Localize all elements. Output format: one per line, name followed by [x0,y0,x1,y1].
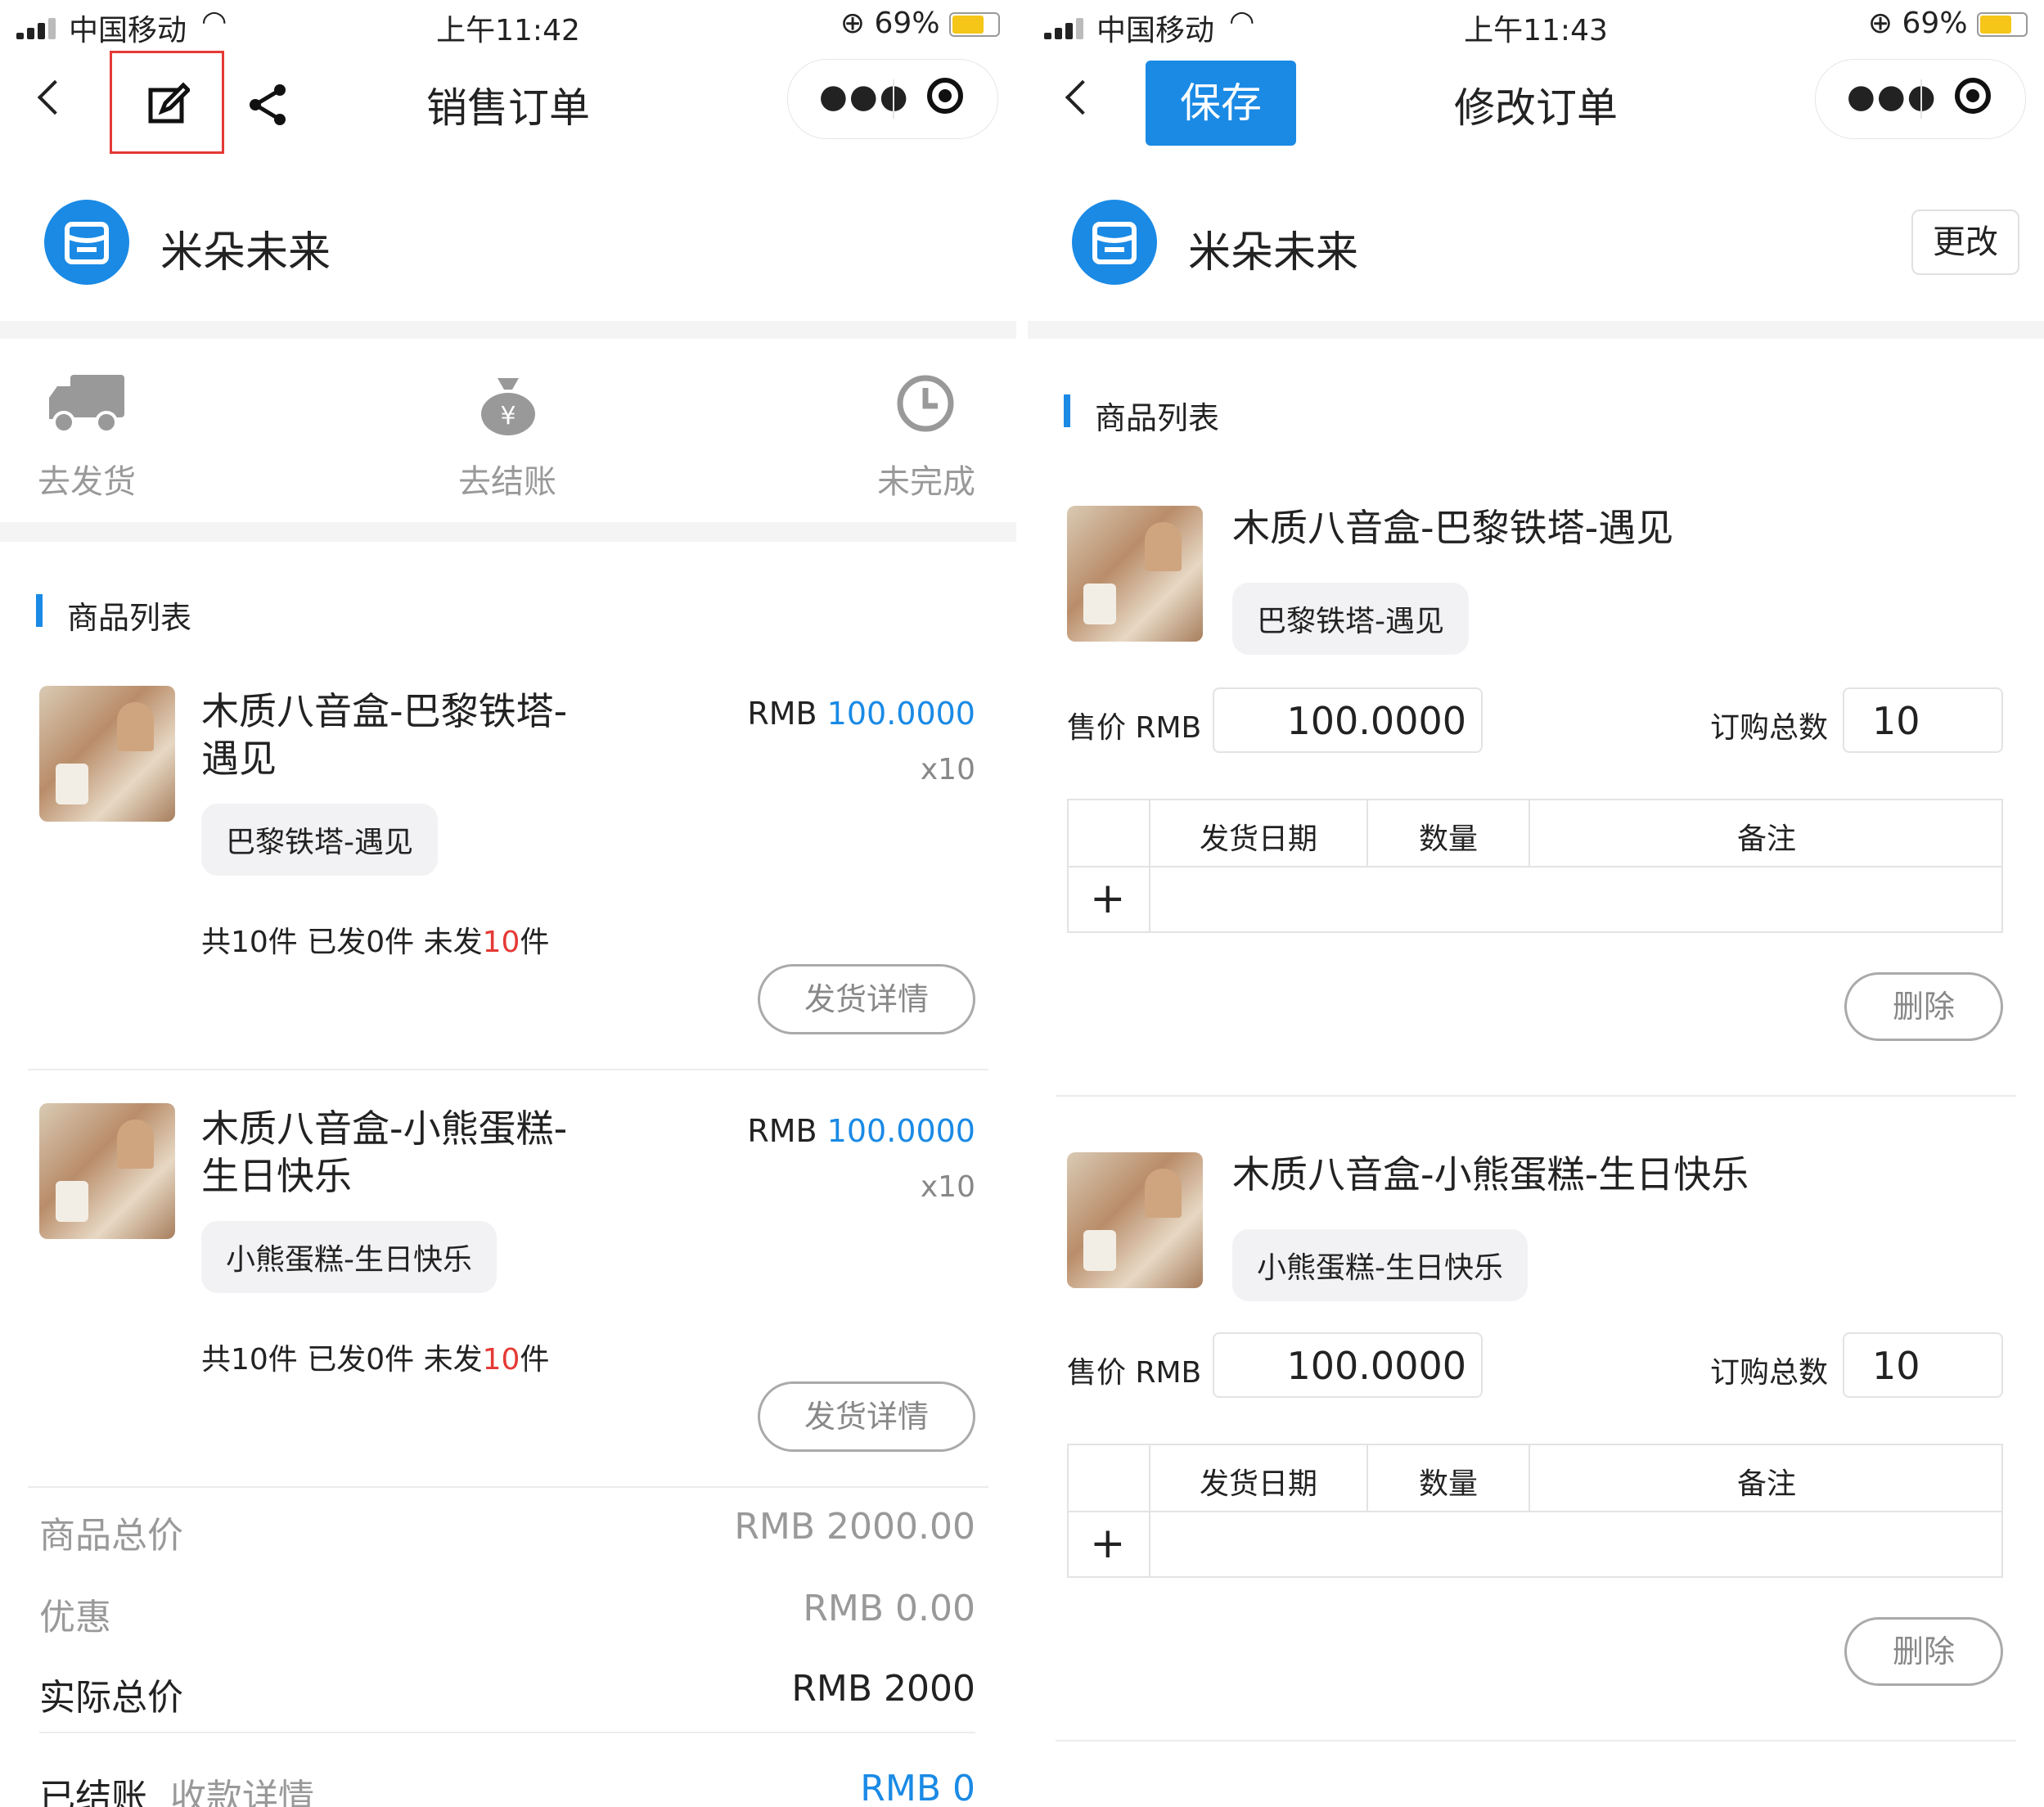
remark-header: 备注 [1736,1467,1796,1501]
battery-status: ⊕ 69% [840,7,1000,40]
change-shop-button[interactable]: 更改 [1911,210,2019,275]
ship-date-header: 发货日期 [1199,1467,1317,1501]
product-image [39,686,175,822]
product-variant-tag: 巴黎铁塔-遇见 [201,804,438,876]
product-qty: x10 [920,753,975,786]
section-divider [0,321,1016,339]
mini-program-capsule: ●●● [787,59,998,139]
product-qty: x10 [920,1170,975,1204]
add-row-icon[interactable]: + [1090,874,1126,923]
payment-details-link[interactable]: 收款详情 [170,1777,314,1807]
ship-date-header: 发货日期 [1199,822,1317,856]
truck-icon[interactable] [47,373,126,434]
shop-logo-icon [1072,200,1157,285]
shipping-details-button[interactable]: 发货详情 [758,964,975,1034]
product-image [1067,1152,1203,1288]
actual-total-value: RMB 2000 [791,1668,975,1710]
money-bag-icon[interactable]: ¥ [479,375,537,435]
product-name: 木质八音盒-巴黎铁塔-遇见 [1232,506,1674,550]
product-variant-tag: 小熊蛋糕-生日快乐 [201,1221,497,1293]
order-qty-input[interactable]: 10 [1843,687,2003,753]
delete-button[interactable]: 删除 [1844,972,2003,1041]
mini-program-capsule: ●●● [1815,59,2026,139]
section-accent-bar [1064,394,1070,427]
price-input[interactable]: 100.0000 [1213,687,1483,753]
product-image [1067,506,1203,642]
status-bar: 中国移动 ◠ 上午11:43 ⊕ 69% [1028,0,2044,49]
orientation-lock-icon: ⊕ [1867,7,1893,40]
battery-status: ⊕ 69% [1868,7,2028,40]
svg-text:¥: ¥ [500,402,516,430]
product-variant-tag: 巴黎铁塔-遇见 [1232,583,1469,655]
close-mini-program-icon[interactable] [1955,78,1991,114]
paid-label: 已结账 [39,1777,147,1807]
order-detail-screen: 中国移动 ◠ 上午11:42 ⊕ 69% 销售订单 ●●● 米朵未来 去发货 ¥… [0,0,1016,1807]
quantity-header: 数量 [1418,1467,1478,1501]
orientation-lock-icon: ⊕ [840,7,866,40]
row-divider [28,1069,988,1070]
status-bar: 中国移动 ◠ 上午11:42 ⊕ 69% [0,0,1016,49]
battery-icon [949,12,1000,37]
battery-icon [1977,12,2028,37]
screenshot-divider [1016,0,1028,1807]
battery-percent: 69% [1902,7,1968,40]
delete-button[interactable]: 删除 [1844,1617,2003,1686]
remark-header: 备注 [1736,822,1796,856]
close-mini-program-icon[interactable] [927,78,963,114]
order-qty-input[interactable]: 10 [1843,1332,2003,1398]
shipping-schedule-table: 发货日期 数量 备注 + [1067,799,2003,933]
order-qty-label: 订购总数 [1710,711,1829,745]
go-ship-label[interactable]: 去发货 [5,455,169,502]
product-price: RMB 100.0000 [747,1113,975,1149]
product-name: 木质八音盒-小熊蛋糕-生日快乐 [1232,1152,1749,1196]
discount-value: RMB 0.00 [803,1588,975,1629]
incomplete-status-label: 未完成 [877,463,975,501]
shipping-count: 共10件 已发0件 未发10件 [201,1343,550,1377]
battery-percent: 69% [874,7,940,40]
shop-name: 米朵未来 [160,228,331,277]
row-divider [28,1486,988,1488]
price-input[interactable]: 100.0000 [1213,1332,1483,1398]
product-image [39,1103,175,1239]
goods-total-label: 商品总价 [39,1515,183,1557]
product-variant-tag: 小熊蛋糕-生日快乐 [1232,1229,1528,1301]
price-label: 售价 RMB [1067,711,1202,745]
shipping-schedule-table: 发货日期 数量 备注 + [1067,1444,2003,1578]
paid-row: 已结账 收款详情 [39,1768,314,1807]
section-divider [0,522,1016,542]
shop-logo-icon [44,200,129,285]
paid-value: RMB 0 [860,1768,975,1807]
more-icon[interactable]: ●●● [1847,78,1938,115]
order-qty-label: 订购总数 [1710,1356,1829,1390]
shipping-count: 共10件 已发0件 未发10件 [201,926,550,959]
section-title: 商品列表 [1095,400,1220,436]
row-divider [1056,1095,2016,1097]
section-title: 商品列表 [67,600,192,636]
section-divider [1028,321,2044,339]
add-row-icon[interactable]: + [1090,1519,1126,1568]
more-icon[interactable]: ●●● [819,78,910,115]
quantity-header: 数量 [1418,822,1478,856]
goods-total-value: RMB 2000.00 [734,1506,975,1548]
product-price: RMB 100.0000 [747,696,975,732]
clock-icon [895,373,956,434]
row-divider [1056,1740,2016,1742]
section-accent-bar [36,594,43,627]
edit-order-screen: 中国移动 ◠ 上午11:43 ⊕ 69% 保存 修改订单 ●●● 米朵未来 更改… [1028,0,2044,1807]
actual-total-label: 实际总价 [39,1677,183,1719]
discount-label: 优惠 [39,1597,111,1638]
price-label: 售价 RMB [1067,1356,1202,1390]
product-name: 木质八音盒-小熊蛋糕-生日快乐 [201,1106,568,1198]
shop-name: 米朵未来 [1188,228,1359,277]
row-divider [39,1732,975,1733]
go-checkout-label[interactable]: 去结账 [425,455,589,502]
product-name: 木质八音盒-巴黎铁塔-遇见 [201,689,568,781]
shipping-details-button[interactable]: 发货详情 [758,1381,975,1452]
